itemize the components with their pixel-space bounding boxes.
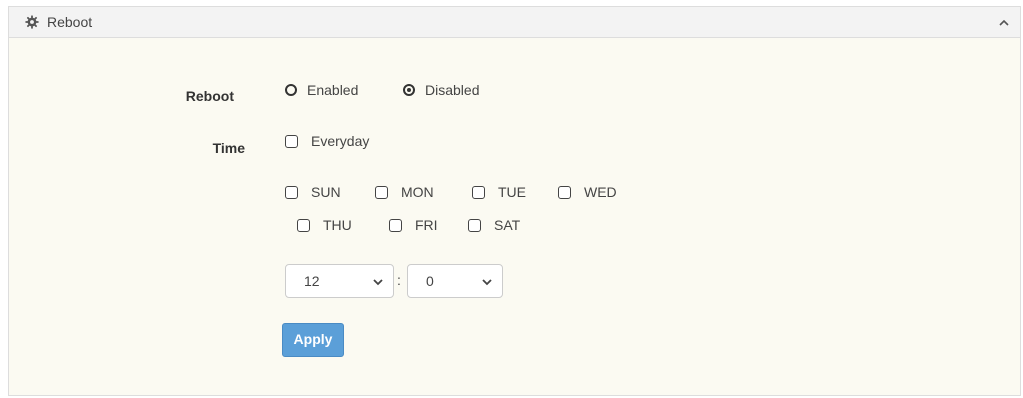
radio-enabled-circle[interactable] [285, 84, 297, 96]
apply-button[interactable]: Apply [282, 323, 344, 357]
hour-select[interactable]: 12 [285, 264, 394, 298]
day-label-tue: TUE [498, 184, 526, 200]
day-checkbox-fri[interactable]: FRI [389, 217, 438, 233]
everyday-box[interactable] [285, 134, 298, 148]
day-label-sat: SAT [494, 217, 521, 233]
day-checkbox-sun[interactable]: SUN [285, 184, 341, 200]
panel-header[interactable]: Reboot [9, 7, 1020, 38]
tue-box[interactable] [472, 185, 485, 199]
panel-title: Reboot [47, 14, 93, 30]
day-checkbox-sat[interactable]: SAT [468, 217, 520, 233]
radio-disabled-circle[interactable] [403, 84, 415, 96]
reboot-enabled-label: Enabled [307, 82, 359, 98]
day-label-fri: FRI [415, 217, 438, 233]
day-label-mon: MON [401, 184, 434, 200]
minute-select[interactable]: 0 [407, 264, 503, 298]
everyday-checkbox[interactable]: Everyday [285, 133, 369, 149]
hour-value: 12 [304, 273, 320, 289]
reboot-disabled-label: Disabled [425, 82, 480, 98]
reboot-label: Reboot [185, 88, 234, 104]
time-separator: : [397, 272, 401, 288]
wed-box[interactable] [558, 185, 571, 199]
chevron-up-icon[interactable] [998, 18, 1010, 28]
day-label-wed: WED [584, 184, 617, 200]
fri-box[interactable] [389, 218, 402, 232]
chevron-down-icon [482, 279, 492, 286]
day-checkbox-thu[interactable]: THU [297, 217, 352, 233]
day-checkbox-wed[interactable]: WED [558, 184, 617, 200]
everyday-label: Everyday [311, 133, 370, 149]
day-checkbox-tue[interactable]: TUE [472, 184, 526, 200]
sat-box[interactable] [468, 218, 481, 232]
mon-box[interactable] [375, 185, 388, 199]
gear-icon [25, 15, 39, 29]
reboot-panel: Reboot Reboot Enabled Disabled Time Ever… [8, 6, 1021, 396]
day-label-thu: THU [323, 217, 352, 233]
reboot-disabled-radio[interactable]: Disabled [403, 82, 479, 98]
minute-value: 0 [426, 273, 434, 289]
time-label: Time [212, 140, 245, 156]
thu-box[interactable] [297, 218, 310, 232]
day-label-sun: SUN [311, 184, 341, 200]
reboot-enabled-radio[interactable]: Enabled [285, 82, 358, 98]
sun-box[interactable] [285, 185, 298, 199]
day-checkbox-mon[interactable]: MON [375, 184, 434, 200]
chevron-down-icon [373, 279, 383, 286]
